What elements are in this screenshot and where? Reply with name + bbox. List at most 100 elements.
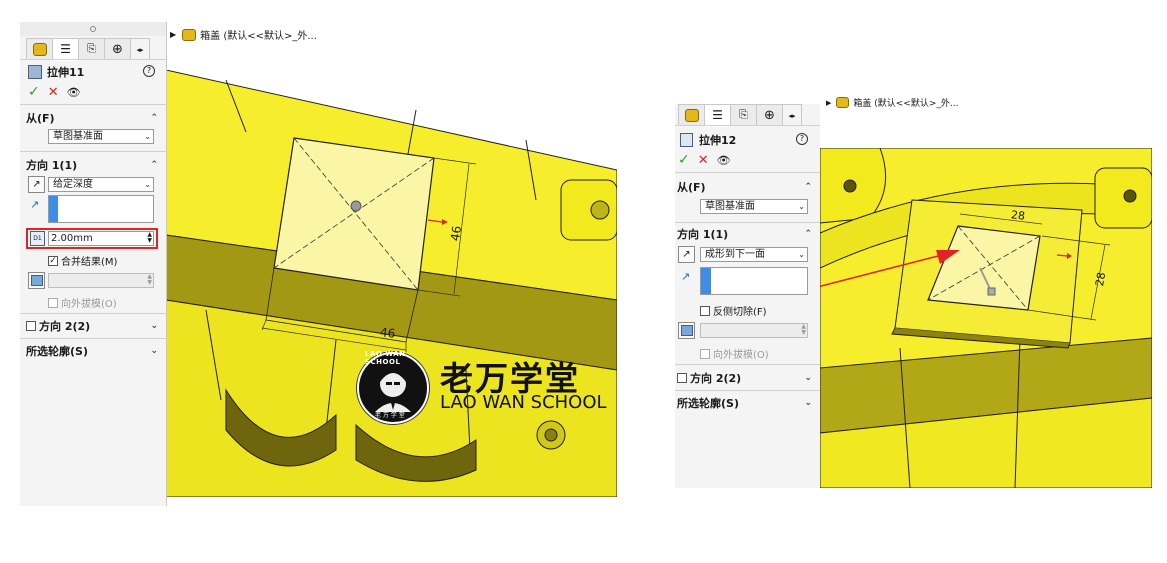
preview-eye-icon[interactable]: 👁 <box>67 86 81 99</box>
dir1-section-header[interactable]: 方向 1(1) ⌃ <box>20 157 166 173</box>
action-buttons: ✓ ✕ 👁 <box>28 84 81 100</box>
crosshair-icon: ⊕ <box>764 107 775 123</box>
crosshair-icon: ⊕ <box>112 41 123 57</box>
preview-eye-icon[interactable]: 👁 <box>717 154 731 167</box>
draft-outward-row[interactable]: 向外拔模(O) <box>700 346 769 361</box>
reverse-arrow-icon: ↗ <box>32 179 41 190</box>
dir1-header-label: 方向 1(1) <box>26 159 78 172</box>
direction-vector-icon: ↗ <box>681 270 691 283</box>
tab-property-manager[interactable]: ☰ <box>705 105 731 127</box>
confirm-check-icon[interactable]: ✓ <box>678 152 690 168</box>
config-icon: ⎘ <box>739 108 748 121</box>
dropdown-arrow-icon: ⌄ <box>144 132 151 141</box>
draft-outward-checkbox[interactable] <box>48 297 58 308</box>
dir2-header-label: 方向 2(2) <box>39 320 91 333</box>
manager-tabbar: ☰ ⎘ ⊕ ◂▸ <box>26 38 150 61</box>
from-select[interactable]: 草图基准面 ⌄ <box>700 199 808 214</box>
dim-top-label[interactable]: 28 <box>1010 208 1025 222</box>
watermark-badge-bottom-text: 老 万 学 堂 <box>375 412 405 419</box>
draft-angle-input[interactable]: ▲ ▼ <box>700 323 808 338</box>
reverse-arrow-icon: ↗ <box>682 249 691 260</box>
cancel-x-icon[interactable]: ✕ <box>48 85 59 100</box>
end-condition-select[interactable]: 给定深度 ⌄ <box>48 177 154 192</box>
direction-selection-box[interactable] <box>48 195 154 223</box>
watermark-badge: LAO WAN SCHOOL 老 万 学 堂 <box>357 350 429 424</box>
draft-outward-checkbox[interactable] <box>700 348 710 359</box>
watermark-badge-ring-text: LAO WAN SCHOOL <box>365 350 406 366</box>
contours-section-header[interactable]: 所选轮廓(S) ⌄ <box>675 395 820 411</box>
merge-checkbox[interactable]: ✓ <box>48 255 58 266</box>
tab-scroll-arrows[interactable]: ◂▸ <box>131 39 149 60</box>
depth-input[interactable]: 2.00mm ▲ ▼ <box>48 231 154 246</box>
draft-outward-label: 向外拔模(O) <box>61 299 117 310</box>
annotation-arrow <box>797 250 960 293</box>
dir2-section-header[interactable]: 方向 2(2) ⌄ <box>675 370 820 386</box>
reverse-direction-button[interactable]: ↗ <box>28 176 45 193</box>
draft-toggle-button[interactable] <box>678 322 695 339</box>
tab-scroll-arrows[interactable]: ◂▸ <box>783 105 801 126</box>
merge-result-row[interactable]: ✓ 合并结果(M) <box>48 253 117 268</box>
tree-expand-icon[interactable]: ▶ <box>826 99 831 107</box>
end-condition-value: 给定深度 <box>53 179 93 190</box>
tree-label: 箱盖 (默认<<默认>_外... <box>853 99 959 109</box>
reverse-cut-row[interactable]: 反侧切除(F) <box>700 303 767 318</box>
tab-property-manager[interactable]: ☰ <box>53 39 79 61</box>
left-feature-tree-item[interactable]: ▶ 箱盖 (默认<<默认>_外... <box>170 27 317 42</box>
draft-outward-row[interactable]: 向外拔模(O) <box>48 295 117 310</box>
dropdown-arrow-icon: ⌄ <box>798 250 805 259</box>
draft-cube-icon <box>680 325 693 336</box>
from-header-label: 从(F) <box>677 181 706 194</box>
right-property-manager: ☰ ⎘ ⊕ ◂▸ 拉伸12 ? ✓ ✕ 👁 从(F) ⌃ 草图基准面 ⌄ 方向 1… <box>675 104 820 488</box>
reverse-cut-label: 反侧切除(F) <box>713 307 767 318</box>
tab-feature-manager[interactable] <box>679 105 705 125</box>
dim-horizontal-label[interactable]: 46 <box>379 325 396 341</box>
from-select[interactable]: 草图基准面 ⌄ <box>48 129 154 144</box>
tab-dimxpert[interactable]: ⊕ <box>757 105 783 125</box>
property-list-icon: ☰ <box>712 108 723 122</box>
left-cad-viewport[interactable] <box>166 70 617 497</box>
dir2-checkbox[interactable] <box>26 321 36 331</box>
dir2-checkbox[interactable] <box>677 373 687 383</box>
help-icon[interactable]: ? <box>143 65 155 77</box>
config-icon: ⎘ <box>87 42 96 55</box>
confirm-check-icon[interactable]: ✓ <box>28 84 40 100</box>
spin-arrows-icon[interactable]: ▲ ▼ <box>147 274 152 286</box>
draft-outward-label: 向外拔模(O) <box>713 350 769 361</box>
end-condition-select[interactable]: 成形到下一面 ⌄ <box>700 247 808 262</box>
expand-chevron-icon: ⌄ <box>150 346 158 356</box>
spin-arrows-icon[interactable]: ▲ ▼ <box>147 232 152 244</box>
dir1-section-header[interactable]: 方向 1(1) ⌃ <box>675 226 820 242</box>
tree-expand-icon[interactable]: ▶ <box>170 30 176 39</box>
help-icon[interactable]: ? <box>796 133 808 145</box>
panel-grip[interactable] <box>20 22 166 36</box>
from-section-header[interactable]: 从(F) ⌃ <box>20 110 166 126</box>
draft-toggle-button[interactable] <box>28 272 45 289</box>
right-cad-viewport[interactable] <box>820 148 1152 488</box>
tab-config-manager[interactable]: ⎘ <box>79 39 105 59</box>
merge-label: 合并结果(M) <box>61 257 118 268</box>
reverse-direction-button[interactable]: ↗ <box>678 246 695 263</box>
direction-selection-box[interactable] <box>700 267 808 295</box>
feature-title: 拉伸12 <box>699 134 737 147</box>
action-buttons: ✓ ✕ 👁 <box>678 152 731 168</box>
draft-angle-input[interactable]: ▲ ▼ <box>48 273 154 288</box>
from-select-value: 草图基准面 <box>705 201 755 212</box>
reverse-cut-checkbox[interactable] <box>700 305 710 316</box>
dim-side-label[interactable]: 28 <box>1093 271 1108 287</box>
from-section-header[interactable]: 从(F) ⌃ <box>675 179 820 195</box>
collapse-chevron-icon: ⌃ <box>804 229 812 239</box>
dir2-section-header[interactable]: 方向 2(2) ⌄ <box>20 318 166 334</box>
spin-arrows-icon[interactable]: ▲ ▼ <box>801 324 806 336</box>
dir1-header-label: 方向 1(1) <box>677 228 729 241</box>
tab-dimxpert[interactable]: ⊕ <box>105 39 131 59</box>
part-icon <box>836 97 850 108</box>
left-property-manager: ☰ ⎘ ⊕ ◂▸ 拉伸11 ? ✓ ✕ 👁 从(F) ⌃ 草图基准面 ⌄ 方向 1… <box>20 22 167 506</box>
dim-vertical-label[interactable]: 46 <box>448 225 464 242</box>
tab-feature-manager[interactable] <box>27 39 53 59</box>
part-icon <box>182 28 197 41</box>
right-feature-tree-item[interactable]: ▶ 箱盖 (默认<<默认>_外... <box>826 96 958 109</box>
contours-section-header[interactable]: 所选轮廓(S) ⌄ <box>20 343 166 359</box>
tab-config-manager[interactable]: ⎘ <box>731 105 757 125</box>
cancel-x-icon[interactable]: ✕ <box>698 153 709 168</box>
tree-label: 箱盖 (默认<<默认>_外... <box>200 31 317 42</box>
